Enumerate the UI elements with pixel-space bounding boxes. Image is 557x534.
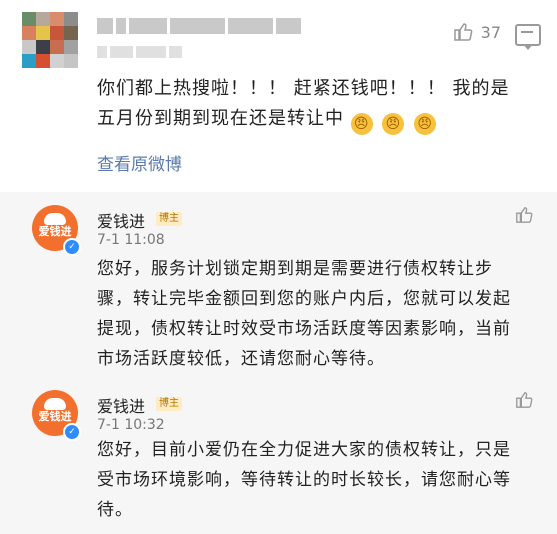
verified-badge-icon: ✓ xyxy=(63,423,81,441)
reply-text: 您好，服务计划锁定期到期是需要进行债权转让步骤，转让完毕金额回到您的账户内后，您… xyxy=(97,259,511,369)
angry-face-emoji: 😠 xyxy=(382,113,405,135)
reply-timestamp: 7-1 10:32 xyxy=(97,417,165,433)
comment-text: 你们都上热搜啦！！！ 赶紧还钱吧！！！ 我的是 五月份到期到现在还是转让中 😠 … xyxy=(97,74,537,135)
comment-text-line-1: 你们都上热搜啦！！！ 赶紧还钱吧！！！ 我的是 xyxy=(97,78,510,99)
reply-item: 爱钱进 ✓ 爱钱进 博主 7-1 11:08 您好，服务计划锁定期到期是需要进行… xyxy=(0,192,557,369)
commenter-avatar[interactable] xyxy=(22,12,80,70)
thumbs-up-icon xyxy=(453,23,473,41)
blurred-subline xyxy=(97,46,182,60)
angry-face-emoji: 😠 xyxy=(414,113,437,135)
replies-section: 爱钱进 ✓ 爱钱进 博主 7-1 11:08 您好，服务计划锁定期到期是需要进行… xyxy=(0,192,557,534)
avatar-brand-text: 爱钱进 xyxy=(38,410,72,423)
blurred-username xyxy=(97,18,301,36)
avatar-brand-text: 爱钱进 xyxy=(38,225,72,238)
like-count: 37 xyxy=(480,22,501,42)
author-badge: 博主 xyxy=(156,397,182,411)
comment-text-line-2: 五月份到期到现在还是转让中 xyxy=(97,108,344,129)
thumbs-up-icon[interactable] xyxy=(515,391,533,409)
reply-text: 您好，目前小爱仍在全力促进大家的债权转让，只是受市场环境影响，等待转让的时长较长… xyxy=(97,440,511,520)
original-comment: 37 你们都上热搜啦！！！ 赶紧还钱吧！！！ 我的是 五月份到期到现在还是转让中… xyxy=(0,0,557,192)
angry-face-emoji: 😠 xyxy=(350,113,373,135)
author-badge: 博主 xyxy=(156,212,182,226)
reply-author-name[interactable]: 爱钱进 xyxy=(97,208,145,232)
view-original-link[interactable]: 查看原微博 xyxy=(97,150,182,175)
like-button[interactable]: 37 xyxy=(453,22,501,42)
comment-icon[interactable] xyxy=(515,24,541,50)
reply-item: 爱钱进 ✓ 爱钱进 博主 7-1 10:32 您好，目前小爱仍在全力促进大家的债… xyxy=(0,377,557,527)
reply-timestamp: 7-1 11:08 xyxy=(97,232,165,248)
verified-badge-icon: ✓ xyxy=(63,238,81,256)
thumbs-up-icon[interactable] xyxy=(515,206,533,224)
reply-author-name[interactable]: 爱钱进 xyxy=(97,393,145,417)
